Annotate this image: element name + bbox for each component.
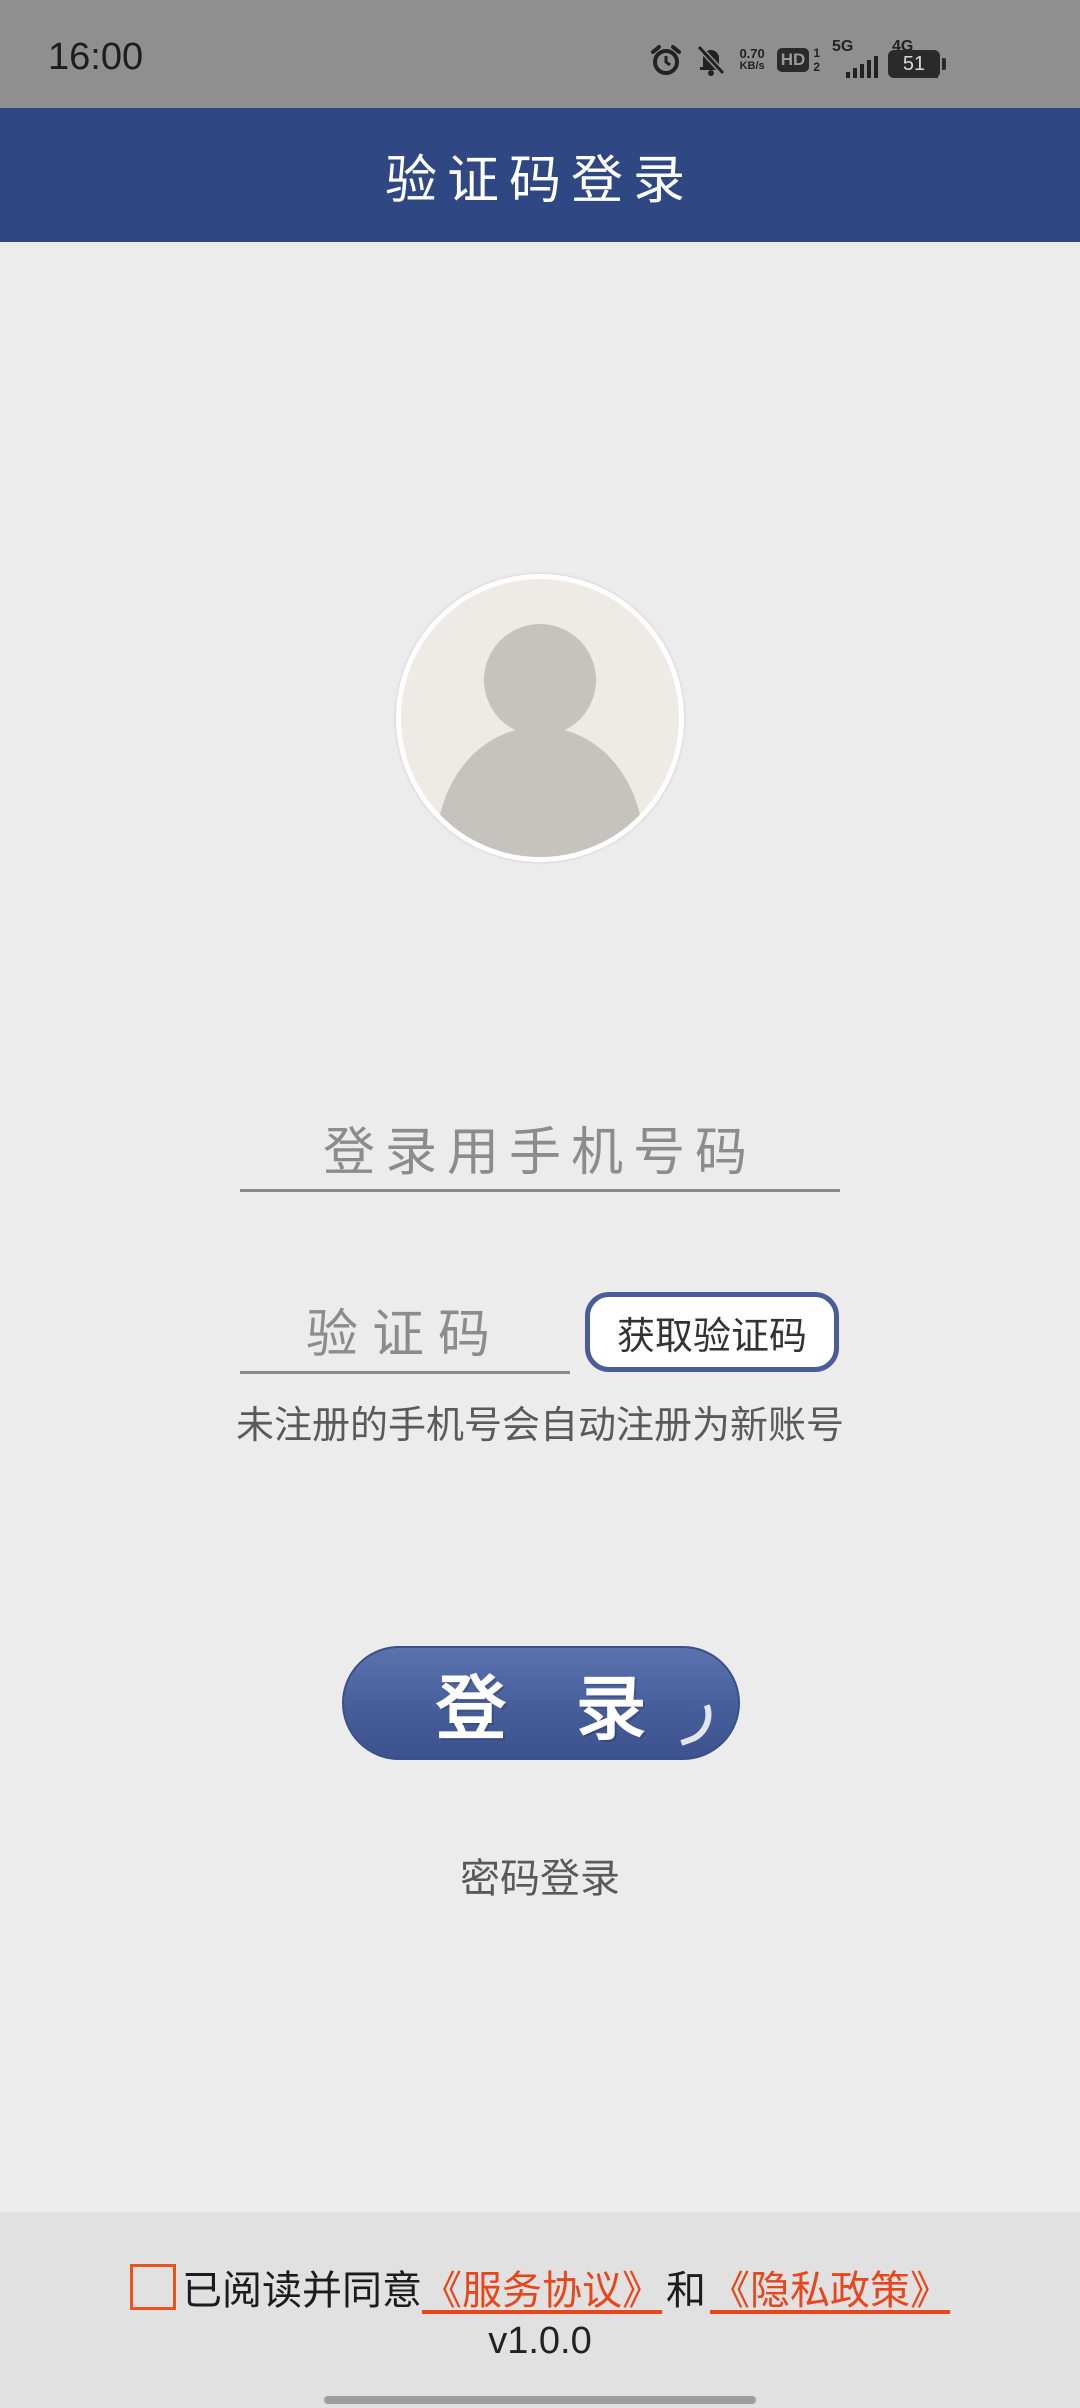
mute-bell-icon: [695, 43, 727, 77]
agreement-checkbox[interactable]: [130, 2264, 176, 2310]
network-speed: 0.70 KB/s: [739, 47, 764, 73]
app-version: v1.0.0: [488, 2320, 592, 2362]
signal-5g-icon: 5G: [832, 38, 880, 78]
battery-icon: 51: [888, 50, 946, 78]
register-hint: 未注册的手机号会自动注册为新账号: [235, 1403, 844, 1447]
phone-number-input[interactable]: [240, 1116, 840, 1192]
app-root: 16:00 0.70 KB/s HD 1 2 5G 4G 51 验证码登录 登录…: [0, 0, 1080, 2408]
status-time: 16:00: [48, 36, 144, 78]
hd-sub-bottom: 2: [813, 60, 820, 74]
privacy-policy-link[interactable]: 《隐私政策》: [710, 2258, 950, 2316]
network-speed-unit: KB/s: [739, 60, 765, 72]
agreement-prefix: 已阅读并同意: [182, 2268, 422, 2314]
service-agreement-link[interactable]: 《服务协议》: [422, 2258, 662, 2316]
login-button-label: 登录: [436, 1667, 716, 1750]
default-avatar-icon: [401, 579, 679, 857]
get-code-button[interactable]: 获取验证码: [585, 1292, 839, 1372]
hd-sub-top: 1: [813, 46, 820, 60]
agreement-row: 已阅读并同意 《服务协议》 和 《隐私政策》: [0, 2258, 1080, 2316]
signal-5g-label: 5G: [832, 38, 854, 55]
password-login-link[interactable]: 密码登录: [0, 1846, 1080, 1904]
home-indicator[interactable]: [324, 2396, 756, 2404]
signal-bars: [846, 56, 878, 78]
hd-badge: HD: [776, 48, 810, 72]
footer: 已阅读并同意 《服务协议》 和 《隐私政策》 v1.0.0: [0, 2212, 1080, 2408]
title-bar: 验证码登录: [0, 108, 1080, 242]
login-button[interactable]: 登录: [342, 1646, 740, 1760]
hd-sub-indices: 1 2: [813, 46, 820, 74]
agreement-and-text: 和: [666, 2268, 706, 2314]
status-bar: 16:00 0.70 KB/s HD 1 2 5G 4G 51: [0, 0, 1080, 108]
page-title: 验证码登录: [384, 150, 695, 211]
battery-level: 51: [902, 52, 926, 75]
alarm-icon: [649, 43, 683, 77]
verification-code-input[interactable]: [240, 1298, 570, 1374]
network-speed-value: 0.70: [739, 46, 765, 61]
get-code-label: 获取验证码: [616, 1313, 807, 1358]
avatar: [396, 574, 684, 862]
